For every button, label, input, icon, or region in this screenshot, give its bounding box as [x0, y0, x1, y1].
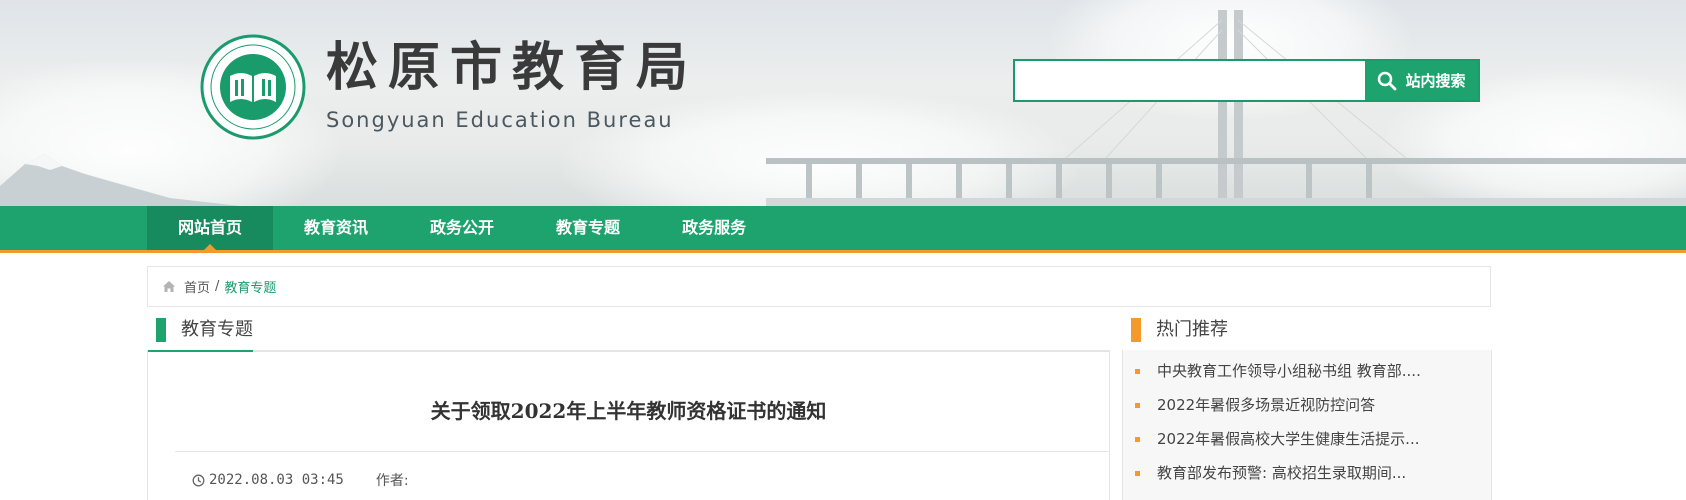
breadcrumb: 首页 / 教育专题 — [147, 266, 1491, 307]
article-meta: 2022.08.03 03:45 作者: — [192, 470, 409, 490]
site-logo[interactable]: 松原市教育局 Songyuan Education Bureau — [200, 34, 698, 140]
article-title: 关于领取2022年上半年教师资格证书的通知 — [430, 399, 827, 423]
site-title-cn: 松原市教育局 — [326, 37, 699, 98]
home-icon — [162, 280, 176, 293]
list-item[interactable]: 2022年暑假高校大学生健康生活提示... — [1123, 422, 1491, 456]
list-item-label: 2022年暑假高校大学生健康生活提示... — [1157, 430, 1420, 448]
site-title-en: Songyuan Education Bureau — [326, 108, 674, 132]
hot-recommend-marker — [1131, 318, 1141, 342]
article-panel: 关于领取2022年上半年教师资格证书的通知 2022.08.03 03:45 作… — [147, 350, 1110, 500]
clock-icon — [192, 474, 205, 487]
search-button-label: 站内搜索 — [1405, 72, 1466, 90]
nav-item-government-affairs[interactable]: 政务公开 — [399, 206, 525, 250]
main-nav: 网站首页 教育资讯 政务公开 教育专题 政务服务 — [0, 206, 1686, 253]
nav-item-home[interactable]: 网站首页 — [147, 206, 274, 250]
nav-item-education-news[interactable]: 教育资讯 — [273, 206, 399, 250]
hot-recommend-title: 热门推荐 — [1156, 319, 1228, 340]
search-input[interactable] — [1015, 61, 1365, 100]
article-author-label: 作者: — [375, 473, 409, 489]
hot-recommend-list: 中央教育工作领导小组秘书组 教育部.... 2022年暑假多场景近视防控问答 2… — [1122, 350, 1492, 500]
breadcrumb-current[interactable]: 教育专题 — [224, 277, 276, 296]
list-item-label: 教育部发布预警: 高校招生录取期间... — [1157, 464, 1407, 482]
list-item[interactable]: 教育部发布预警: 高校招生录取期间... — [1123, 456, 1491, 490]
breadcrumb-home-link[interactable]: 首页 — [184, 277, 210, 296]
section-header: 教育专题 — [147, 315, 1109, 352]
site-search: 站内搜索 — [1013, 59, 1480, 102]
hot-recommend-header: 热门推荐 — [1122, 315, 1492, 352]
section-marker — [156, 318, 166, 342]
list-item-label: 中央教育工作领导小组秘书组 教育部.... — [1157, 362, 1421, 380]
list-item[interactable]: 2022年暑假多场景近视防控问答 — [1123, 388, 1491, 422]
education-bureau-seal-icon — [200, 34, 306, 140]
section-title: 教育专题 — [181, 319, 253, 340]
bullet-icon — [1135, 471, 1140, 476]
bridge-illustration — [766, 10, 1686, 206]
bullet-icon — [1135, 403, 1140, 408]
list-item-label: 2022年暑假多场景近视防控问答 — [1157, 396, 1376, 414]
search-button[interactable]: 站内搜索 — [1365, 61, 1478, 100]
article-divider — [175, 451, 1109, 452]
bullet-icon — [1135, 437, 1140, 442]
bullet-icon — [1135, 369, 1140, 374]
mountain-illustration — [0, 154, 240, 206]
article-date: 2022.08.03 03:45 — [209, 472, 344, 488]
nav-item-education-topics[interactable]: 教育专题 — [525, 206, 651, 250]
breadcrumb-separator: / — [215, 279, 220, 294]
magnifier-icon — [1378, 71, 1397, 90]
nav-item-government-services[interactable]: 政务服务 — [651, 206, 777, 250]
header-banner: 松原市教育局 Songyuan Education Bureau 站内搜索 — [0, 0, 1686, 206]
list-item[interactable]: 中央教育工作领导小组秘书组 教育部.... — [1123, 354, 1491, 388]
